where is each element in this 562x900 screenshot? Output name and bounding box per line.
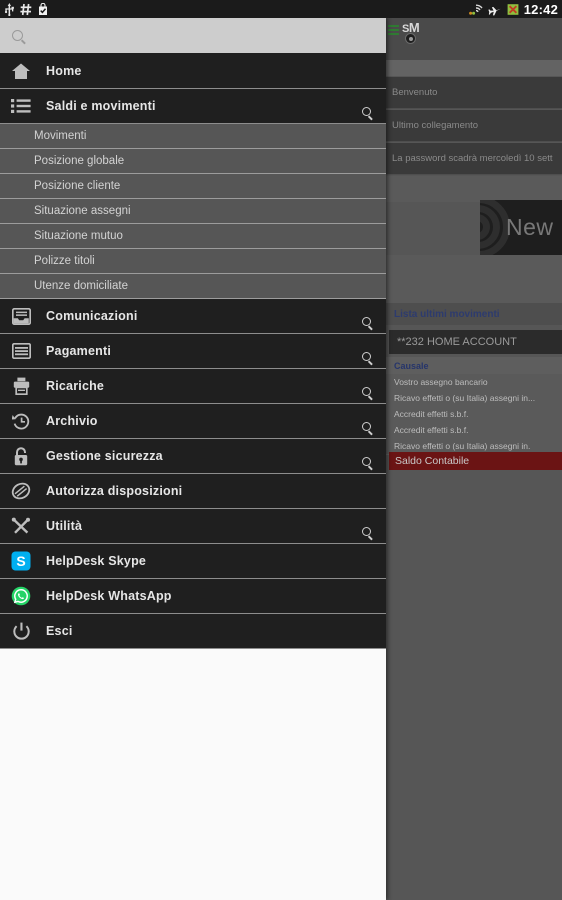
list-icon (10, 95, 32, 117)
menu-item-home[interactable]: Home (0, 54, 386, 89)
menu-item-helpdesk-whatsapp[interactable]: HelpDesk WhatsApp (0, 579, 386, 614)
menu-item-gestione-sicurezza[interactable]: Gestione sicurezza (0, 439, 386, 474)
submenu-item-movimenti[interactable]: Movimenti (0, 124, 386, 149)
home-icon (10, 60, 32, 82)
menu-item-helpdesk-skype[interactable]: S HelpDesk Skype (0, 544, 386, 579)
status-bar-right: 12:42 (468, 1, 558, 17)
navigation-drawer: Home Saldi e movimenti Movimenti Posizio… (0, 18, 386, 900)
skype-icon: S (10, 550, 32, 572)
promo-text: New (506, 214, 554, 240)
search-badge-icon[interactable] (361, 317, 374, 330)
menu-list: Home Saldi e movimenti Movimenti Posizio… (0, 54, 386, 649)
wifi-icon (468, 3, 483, 16)
search-badge-icon[interactable] (361, 387, 374, 400)
app-spacer (386, 176, 562, 202)
airplane-mode-icon (488, 3, 502, 16)
search-badge-icon[interactable] (361, 107, 374, 120)
menu-item-label: Gestione sicurezza (46, 449, 163, 463)
password-expiry-row: La password scadrà mercoledì 10 sett (386, 143, 562, 175)
tools-icon (10, 515, 32, 537)
authorize-icon (10, 480, 32, 502)
app-subbar (386, 60, 562, 76)
menu-item-label: Esci (46, 624, 73, 638)
logo-mark: SM (402, 21, 420, 44)
menu-item-label: Pagamenti (46, 344, 112, 358)
table-row[interactable]: Ricavo effetti o (su Italia) assegni in.… (386, 390, 562, 407)
hamburger-menu-icon[interactable] (388, 22, 399, 35)
hash-icon (20, 3, 32, 16)
table-row[interactable]: Accredit effetti s.b.f. (386, 422, 562, 439)
menu-item-ricariche[interactable]: Ricariche (0, 369, 386, 404)
logo-dot-icon (405, 33, 416, 44)
payments-icon (10, 340, 32, 362)
menu-item-esci[interactable]: Esci (0, 614, 386, 649)
submenu-item-posizione-cliente[interactable]: Posizione cliente (0, 174, 386, 199)
menu-item-label: Archivio (46, 414, 98, 428)
menu-item-label: HelpDesk Skype (46, 554, 147, 568)
whatsapp-icon (10, 585, 32, 607)
menu-item-label: Autorizza disposizioni (46, 484, 183, 498)
status-bar-left (4, 2, 49, 16)
app-logo[interactable]: SM (388, 21, 420, 44)
menu-item-utilita[interactable]: Utilità (0, 509, 386, 544)
balance-row: Saldo Contabile (389, 452, 562, 470)
menu-item-label: HelpDesk WhatsApp (46, 589, 172, 603)
search-bar[interactable] (0, 18, 386, 54)
app-bottom-fill (386, 470, 562, 900)
menu-item-pagamenti[interactable]: Pagamenti (0, 334, 386, 369)
welcome-row: Benvenuto (386, 77, 562, 109)
table-row[interactable]: Accredit effetti s.b.f. (386, 406, 562, 423)
table-row[interactable]: Vostro assegno bancario (386, 374, 562, 391)
search-badge-icon[interactable] (361, 457, 374, 470)
menu-item-label: Ricariche (46, 379, 105, 393)
movements-list-title: Lista ultimi movimenti (386, 303, 562, 325)
submenu-item-polizze-titoli[interactable]: Polizze titoli (0, 249, 386, 274)
power-icon (10, 620, 32, 642)
inbox-icon (10, 305, 32, 327)
svg-text:S: S (16, 553, 25, 569)
column-header-causale[interactable]: Causale (386, 357, 562, 374)
submenu-item-posizione-globale[interactable]: Posizione globale (0, 149, 386, 174)
menu-item-label: Home (46, 64, 82, 78)
search-input[interactable] (30, 28, 360, 43)
status-bar: 12:42 (0, 0, 562, 18)
promo-banner[interactable]: New (480, 200, 562, 255)
bag-check-icon (37, 2, 49, 16)
drawer-empty-area (0, 649, 386, 869)
menu-item-label: Utilità (46, 519, 83, 533)
menu-item-comunicazioni[interactable]: Comunicazioni (0, 299, 386, 334)
menu-item-label: Saldi e movimenti (46, 99, 156, 113)
last-login-row: Ultimo collegamento (386, 110, 562, 142)
sync-error-icon (507, 3, 519, 16)
submenu-item-utenze-domiciliate[interactable]: Utenze domiciliate (0, 274, 386, 299)
menu-item-archivio[interactable]: Archivio (0, 404, 386, 439)
app-spacer-2 (386, 255, 562, 303)
account-header: **232 HOME ACCOUNT (389, 330, 562, 354)
search-badge-icon[interactable] (361, 422, 374, 435)
submenu-item-situazione-assegni[interactable]: Situazione assegni (0, 199, 386, 224)
topup-icon (10, 375, 32, 397)
lock-icon (10, 445, 32, 467)
submenu-item-situazione-mutuo[interactable]: Situazione mutuo (0, 224, 386, 249)
history-icon (10, 410, 32, 432)
usb-icon (4, 2, 15, 16)
clock-time: 12:42 (523, 1, 558, 17)
search-icon (12, 30, 23, 41)
menu-item-saldi-e-movimenti[interactable]: Saldi e movimenti (0, 89, 386, 124)
search-badge-icon[interactable] (361, 527, 374, 540)
search-badge-icon[interactable] (361, 352, 374, 365)
menu-item-label: Comunicazioni (46, 309, 138, 323)
menu-item-autorizza-disposizioni[interactable]: Autorizza disposizioni (0, 474, 386, 509)
